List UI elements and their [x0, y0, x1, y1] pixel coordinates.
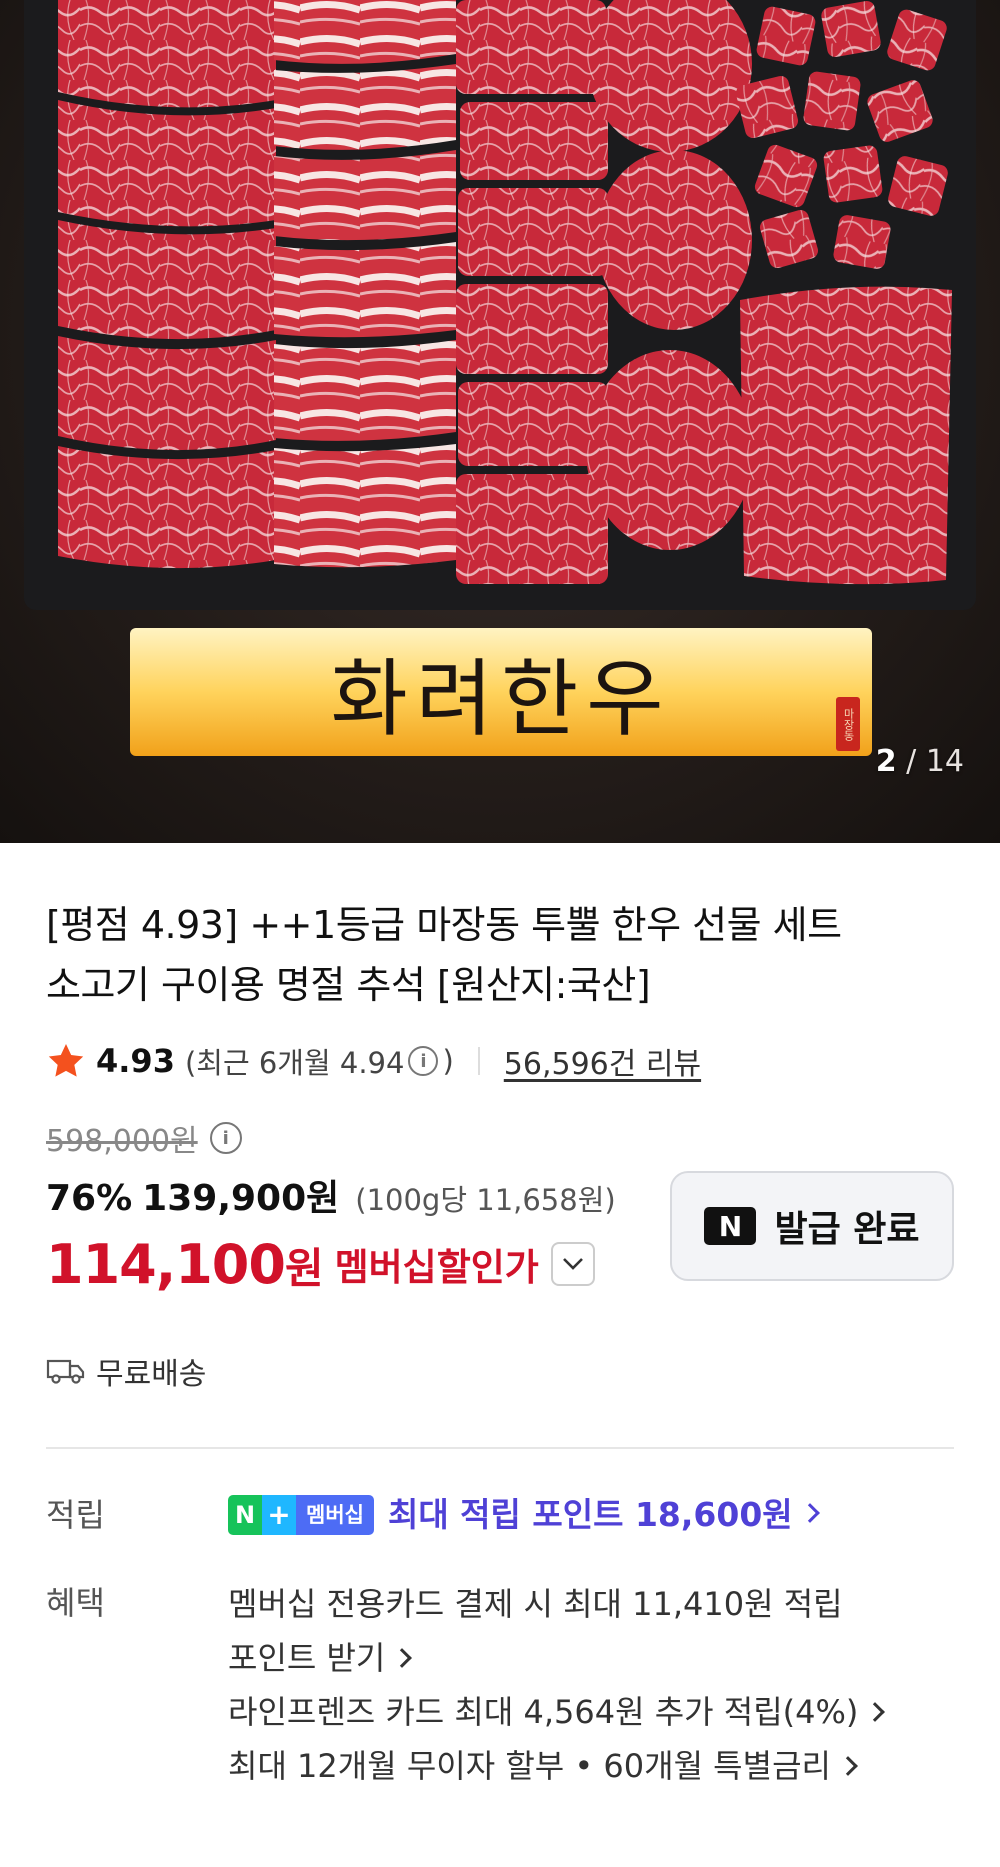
- points-label: 적립: [46, 1496, 105, 1534]
- brand-seal: 마장동: [836, 697, 860, 751]
- product-title: [평점 4.93] ++1등급 마장동 투뿔 한우 선물 세트 소고기 구이용 …: [46, 895, 954, 1015]
- product-title-line2: 소고기 구이용 명절 추석 [원산지:국산]: [46, 963, 651, 1007]
- benefit-item-membership-card[interactable]: 멤버십 전용카드 결제 시 최대 11,410원 적립 포인트 받기: [228, 1577, 954, 1685]
- free-shipping-label: 무료배송: [96, 1357, 207, 1392]
- rating-score: 4.93: [96, 1042, 175, 1080]
- coupon-issued-label: 발급 완료: [774, 1209, 920, 1250]
- chevron-right-icon: [799, 1503, 820, 1523]
- benefit-text: 라인프렌즈 카드 최대 4,564원 추가 적립(4%): [228, 1693, 859, 1731]
- product-title-line1: [평점 4.93] ++1등급 마장동 투뿔 한우 선물 세트: [46, 903, 842, 947]
- image-counter-current: 2: [875, 744, 897, 779]
- shipping-row: 무료배송: [46, 1341, 954, 1401]
- recent-rating-text: (최근 6개월 4.94: [184, 1046, 405, 1080]
- chevron-right-icon: [392, 1648, 413, 1668]
- rating-row: 4.93 (최근 6개월 4.94 i ) 56,596건 리뷰: [46, 1037, 954, 1085]
- recent-rating: (최근 6개월 4.94 i ): [185, 1040, 454, 1082]
- image-counter-total: / 14: [906, 744, 964, 779]
- coupon-issued-button[interactable]: N 발급 완료: [670, 1171, 954, 1281]
- chevron-right-icon: [838, 1756, 858, 1776]
- benefit-text: 최대 12개월 무이자 할부 • 60개월 특별금리: [228, 1747, 831, 1785]
- review-count-link[interactable]: 56,596건 리뷰: [504, 1039, 701, 1083]
- naver-logo-icon: N: [704, 1207, 757, 1245]
- discount-percent: 76%: [46, 1178, 133, 1219]
- product-image-carousel[interactable]: 화려한우 마장동 2 / 14: [0, 0, 1000, 843]
- points-row: 적립 N + 멤버십 최대 적립 포인트 18,600원: [46, 1489, 954, 1541]
- chevron-right-icon: [865, 1702, 886, 1722]
- price-info-icon[interactable]: i: [209, 1122, 242, 1154]
- membership-badge-label: 멤버십: [296, 1495, 374, 1535]
- chevron-down-icon: [562, 1258, 583, 1270]
- expand-member-price-button[interactable]: [550, 1242, 595, 1286]
- benefit-item-installment[interactable]: 최대 12개월 무이자 할부 • 60개월 특별금리: [228, 1739, 954, 1793]
- product-info: [평점 4.93] ++1등급 마장동 투뿔 한우 선물 세트 소고기 구이용 …: [0, 895, 1000, 1793]
- member-price-label: 멤버십할인가: [334, 1246, 539, 1289]
- benefit-text: 멤버십 전용카드 결제 시 최대 11,410원 적립: [228, 1585, 843, 1623]
- unit-price: (100g당 11,658원): [355, 1183, 616, 1217]
- max-points-text: 최대 적립 포인트 18,600원: [387, 1495, 793, 1534]
- info-icon[interactable]: i: [408, 1046, 439, 1076]
- recent-rating-close: ): [442, 1044, 454, 1078]
- original-price-row: 598,000원 i: [46, 1115, 954, 1161]
- member-price: 114,100원: [46, 1232, 324, 1296]
- original-price: 598,000원: [46, 1124, 198, 1159]
- benefit-text: 포인트 받기: [228, 1639, 386, 1677]
- plus-icon: +: [262, 1495, 296, 1535]
- benefits-row: 혜택 멤버십 전용카드 결제 시 최대 11,410원 적립 포인트 받기 라인…: [46, 1577, 954, 1793]
- points-link[interactable]: N + 멤버십 최대 적립 포인트 18,600원: [228, 1489, 954, 1541]
- price-block: 598,000원 i 76% 139,900원 (100g당 11,658원) …: [46, 1115, 954, 1335]
- benefits-label: 혜택: [46, 1584, 105, 1622]
- member-price-currency: 원: [284, 1243, 324, 1293]
- naver-n-icon: N: [228, 1495, 262, 1535]
- member-price-number: 114,100: [46, 1232, 286, 1296]
- image-counter: 2 / 14: [876, 744, 964, 779]
- naver-plus-membership-badge: N + 멤버십: [228, 1495, 374, 1535]
- star-icon: [48, 1044, 84, 1077]
- brand-banner: 화려한우: [330, 649, 672, 748]
- benefit-item-linefriends-card[interactable]: 라인프렌즈 카드 최대 4,564원 추가 적립(4%): [228, 1685, 954, 1739]
- section-divider: [46, 1447, 954, 1449]
- sale-price: 139,900원: [142, 1178, 340, 1219]
- truck-icon: [46, 1359, 85, 1384]
- divider: [477, 1047, 480, 1075]
